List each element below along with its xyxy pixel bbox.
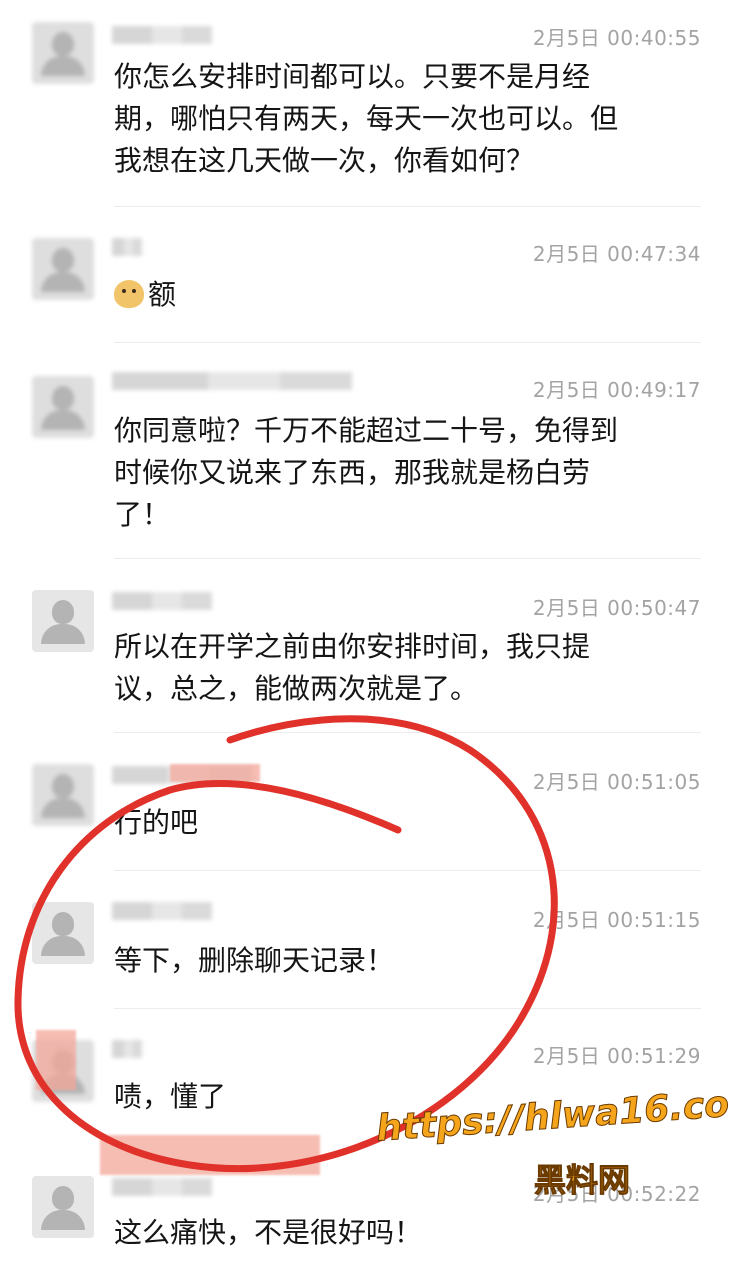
avatar[interactable] <box>32 764 94 826</box>
message-text: 等下，删除聊天记录！ <box>114 944 395 977</box>
avatar[interactable] <box>32 902 94 964</box>
message-text-content: 额 <box>148 278 177 311</box>
sender-name-redacted <box>112 592 212 610</box>
sender-name-redacted <box>112 1178 212 1196</box>
sender-name-redacted <box>112 372 352 390</box>
divider <box>114 732 701 733</box>
message-text: 额 <box>114 274 689 316</box>
message-timestamp: 2月5日 00:49:17 <box>532 378 701 402</box>
message-timestamp: 2月5日 00:50:47 <box>532 596 701 620</box>
avatar[interactable] <box>32 590 94 652</box>
sender-name-redacted <box>112 1040 142 1058</box>
message-text: 所以在开学之前由你安排时间，我只提 议，总之，能做两次就是了。 <box>114 630 591 705</box>
avatar[interactable] <box>32 1176 94 1238</box>
divider <box>114 1008 701 1009</box>
sender-name-redacted <box>112 26 212 44</box>
dog-emoji-icon <box>114 280 144 308</box>
avatar[interactable] <box>32 238 94 300</box>
sender-name-redacted <box>112 902 212 920</box>
message-timestamp: 2月5日 00:51:15 <box>532 908 701 932</box>
avatar[interactable] <box>32 376 94 438</box>
divider <box>114 558 701 559</box>
watermark: https://hlwa16.com 黑料网 <box>375 1081 729 1205</box>
watermark-site-name: 黑料网 <box>533 1161 631 1200</box>
sender-name-redacted <box>112 238 142 256</box>
pixelated-redaction <box>170 764 260 782</box>
divider <box>114 342 701 343</box>
message-timestamp: 2月5日 00:40:55 <box>532 26 701 50</box>
message-timestamp: 2月5日 00:51:05 <box>532 770 701 794</box>
pixelated-redaction <box>36 1030 76 1090</box>
message-text: 你怎么安排时间都可以。只要不是月经 期，哪怕只有两天，每天一次也可以。但 我想在… <box>114 60 619 177</box>
divider <box>114 206 701 207</box>
message-timestamp: 2月5日 00:51:29 <box>532 1044 701 1068</box>
message-text: 这么痛快，不是很好吗！ <box>114 1216 423 1249</box>
pixelated-redaction <box>100 1135 320 1175</box>
divider <box>114 870 701 871</box>
message-timestamp: 2月5日 00:47:34 <box>532 242 701 266</box>
message-text: 行的吧 <box>114 806 199 839</box>
message-text: 你同意啦？千万不能超过二十号，免得到 时候你又说来了东西，那我就是杨白劳 了！ <box>114 414 619 531</box>
avatar[interactable] <box>32 22 94 84</box>
